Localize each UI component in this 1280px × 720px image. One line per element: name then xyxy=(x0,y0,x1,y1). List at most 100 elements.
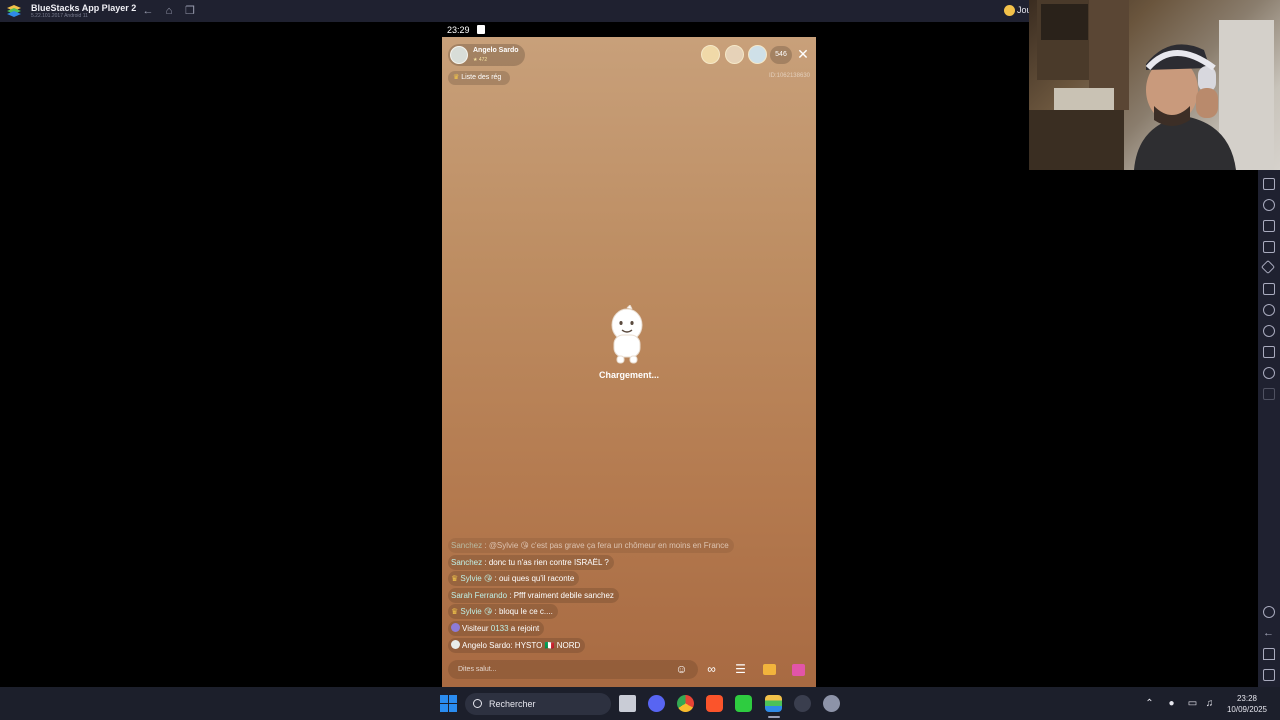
chat-text: oui ques qu'il raconte xyxy=(498,574,575,584)
chrome-icon[interactable] xyxy=(677,695,694,712)
chat-input[interactable]: Dites salut... xyxy=(448,660,698,679)
clock-time: 23:28 xyxy=(1236,694,1258,703)
chat-message[interactable]: Sarah Ferrando : Pfff vraiment debile sa… xyxy=(448,587,619,603)
notification-icon xyxy=(477,25,485,34)
emoji-icon[interactable]: ☺ xyxy=(672,660,691,679)
task-view-icon[interactable] xyxy=(619,695,636,712)
host-avatar-small xyxy=(451,639,460,649)
menu-icon[interactable]: ☰ xyxy=(731,660,750,679)
multi-instance-icon[interactable] xyxy=(1263,283,1275,295)
home-icon[interactable]: ⌂ xyxy=(163,5,175,17)
join-text: a rejoint xyxy=(508,623,540,633)
host-avatar[interactable] xyxy=(450,46,468,64)
screen: BlueStacks App Player 2 5.22.101.2017 An… xyxy=(0,0,1280,720)
layers-icon[interactable] xyxy=(1263,346,1275,358)
room-id: ID:1062138630 xyxy=(768,73,810,79)
green-app-icon[interactable] xyxy=(735,695,752,712)
crown-icon: ♛ xyxy=(453,74,460,81)
host-message[interactable]: Angelo Sardo: HYSTO 🇮🇹 NORD xyxy=(448,637,586,653)
join-username[interactable]: 0133 xyxy=(491,624,509,633)
more-icon[interactable] xyxy=(1263,388,1275,400)
chat-separator: : xyxy=(492,607,499,617)
chat-separator: : xyxy=(482,541,489,550)
airplane-mode-icon[interactable] xyxy=(1260,259,1276,275)
chat-list: Sanchez : @Sylvie 😘 c'est pas grave ça f… xyxy=(448,535,788,653)
settings-gear-icon[interactable] xyxy=(1263,606,1275,618)
network-icon[interactable]: ▭ xyxy=(1187,698,1198,709)
chat-message[interactable]: Sanchez : @Sylvie 😘 c'est pas grave ça f… xyxy=(448,538,734,553)
chat-separator: : xyxy=(492,574,499,584)
close-icon[interactable]: ✕ xyxy=(796,47,810,61)
reg-list-label: Liste des rég xyxy=(461,74,502,81)
crown-icon: ♛ xyxy=(451,574,459,584)
chat-separator: : xyxy=(482,557,489,567)
discord-icon[interactable] xyxy=(648,695,665,712)
host-name: Angelo Sardo xyxy=(473,47,519,54)
link-icon[interactable]: ∞ xyxy=(702,660,721,679)
chat-text: donc tu n'as rien contre ISRAËL ? xyxy=(488,557,609,567)
app-version: 5.22.101.2017 Android 11 xyxy=(31,13,88,19)
webcam-overlay xyxy=(1029,0,1280,170)
viewer-avatar[interactable] xyxy=(725,45,744,64)
sync-icon[interactable] xyxy=(1263,367,1275,379)
host-profile-pill[interactable]: Angelo Sardo ★ 472 xyxy=(448,44,525,66)
bluestacks-logo-icon xyxy=(7,5,21,17)
join-message: Visiteur 0133 a rejoint xyxy=(448,620,545,636)
chat-message[interactable]: Sanchez : donc tu n'as rien contre ISRAË… xyxy=(448,554,614,570)
chat-message[interactable]: ♛ Sylvie 😘 : bloqu le ce c.... xyxy=(448,604,558,620)
performance-icon[interactable] xyxy=(1263,178,1275,190)
chat-username[interactable]: Sanchez xyxy=(451,558,482,567)
loading-text: Chargement... xyxy=(598,370,659,380)
volume-icon[interactable]: ♫ xyxy=(1204,698,1215,709)
viewer-avatar[interactable] xyxy=(748,45,767,64)
streamer-figure xyxy=(1134,44,1236,170)
chat-text: bloqu le ce c.... xyxy=(498,607,553,617)
gift-icon[interactable] xyxy=(789,660,808,679)
crown-icon: ♛ xyxy=(451,607,459,617)
windows-start-icon[interactable] xyxy=(440,695,457,712)
search-label: Rechercher xyxy=(489,699,536,709)
chat-username[interactable]: Sylvie 😘 xyxy=(460,607,492,616)
chat-text: @Sylvie 😘 c'est pas grave ça fera un chô… xyxy=(488,541,729,550)
media-manager-icon[interactable] xyxy=(1263,241,1275,253)
multi-window-icon[interactable]: ❐ xyxy=(184,5,196,17)
mascot-loading-icon xyxy=(611,305,643,364)
chat-username[interactable]: Sarah Ferrando xyxy=(451,591,507,600)
chat-username[interactable]: Sanchez xyxy=(451,541,482,550)
host-level: ★ 472 xyxy=(473,57,488,63)
viewer-avatar[interactable] xyxy=(701,45,720,64)
screenshot-icon[interactable] xyxy=(1263,199,1275,211)
taskbar-clock[interactable]: 23:28 10/09/2025 xyxy=(1222,693,1272,715)
live-room-screen: Angelo Sardo ★ 472 546 ✕ ♛ Liste des rég… xyxy=(442,37,816,687)
visitor-badge-icon xyxy=(451,622,460,632)
recent-apps-icon[interactable] xyxy=(1263,669,1275,681)
search-icon xyxy=(473,699,482,708)
back-arrow-icon[interactable]: ← xyxy=(142,5,154,17)
chat-separator: : xyxy=(507,590,514,600)
host-message-text: Angelo Sardo: HYSTO 🇮🇹 NORD xyxy=(462,640,581,650)
active-indicator xyxy=(768,716,780,718)
app-title: BlueStacks App Player 2 xyxy=(31,3,137,13)
home-icon[interactable] xyxy=(1263,648,1275,660)
chat-username[interactable]: Sylvie 😘 xyxy=(460,574,492,583)
settings-app-icon[interactable] xyxy=(823,695,840,712)
microphone-icon[interactable]: ● xyxy=(1166,698,1177,709)
chevron-up-icon[interactable]: ⌃ xyxy=(1144,698,1155,709)
android-status-time: 23:29 xyxy=(447,25,470,35)
location-icon[interactable] xyxy=(1263,325,1275,337)
bluestacks-taskbar-icon[interactable] xyxy=(765,695,782,712)
viewer-count[interactable]: 546 xyxy=(770,46,792,64)
back-icon[interactable]: ← xyxy=(1263,627,1275,639)
clock-date: 10/09/2025 xyxy=(1226,705,1268,714)
game-coin-icon[interactable] xyxy=(1004,5,1015,16)
eco-mode-icon[interactable] xyxy=(1263,304,1275,316)
record-icon[interactable] xyxy=(1263,220,1275,232)
chat-message[interactable]: ♛ Sylvie 😘 : oui ques qu'il raconte xyxy=(448,571,580,587)
reg-list-button[interactable]: ♛ Liste des rég xyxy=(448,71,510,85)
taskbar-search[interactable]: Rechercher xyxy=(465,693,611,715)
chat-text: Pfff vraiment debile sanchez xyxy=(513,590,614,600)
obs-icon[interactable] xyxy=(794,695,811,712)
brave-icon[interactable] xyxy=(706,695,723,712)
windows-taskbar: Rechercher ⌃ ● ▭ ♫ 23:28 10/09/2025 xyxy=(0,687,1280,720)
treasure-chest-icon[interactable] xyxy=(760,660,779,679)
